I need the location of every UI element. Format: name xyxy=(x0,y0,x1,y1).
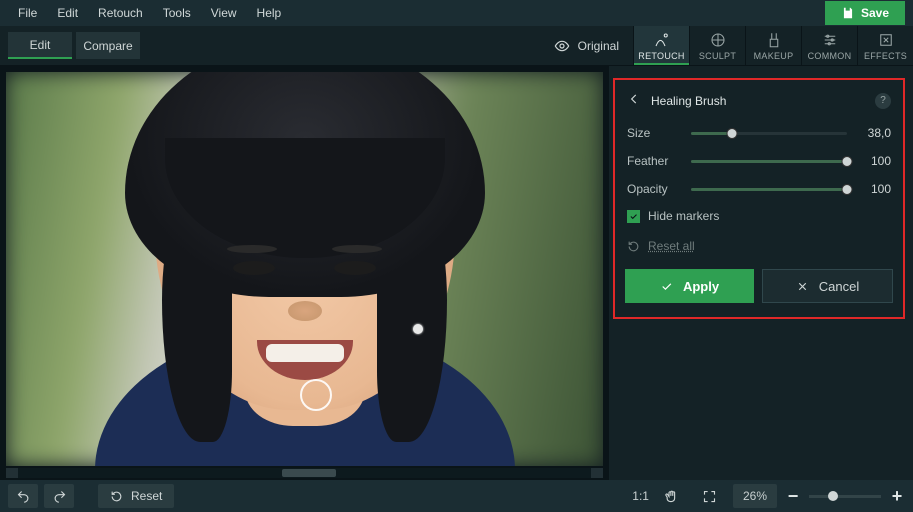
menu-file[interactable]: File xyxy=(8,2,47,24)
zoom-slider[interactable] xyxy=(809,490,881,502)
makeup-icon xyxy=(765,31,783,49)
menu-retouch[interactable]: Retouch xyxy=(88,2,153,24)
zoom-percent[interactable]: 26% xyxy=(733,484,777,508)
revert-icon xyxy=(110,490,123,503)
fit-icon xyxy=(702,489,717,504)
reset-button[interactable]: Reset xyxy=(98,484,174,508)
tab-compare[interactable]: Compare xyxy=(76,32,140,59)
toolbar: Edit Compare Original RETOUCH SCULPT MAK… xyxy=(0,26,913,66)
eye-icon xyxy=(554,38,570,54)
sliders-icon xyxy=(821,31,839,49)
category-makeup[interactable]: MAKEUP xyxy=(745,26,801,65)
fit-hand-button[interactable] xyxy=(657,484,687,508)
hand-icon xyxy=(664,489,679,504)
chevron-left-icon xyxy=(627,92,641,106)
undo-icon xyxy=(16,489,31,504)
size-slider[interactable] xyxy=(691,127,847,139)
zoom-in-button[interactable]: + xyxy=(889,486,905,507)
opacity-slider[interactable] xyxy=(691,183,847,195)
menu-edit[interactable]: Edit xyxy=(47,2,88,24)
back-button[interactable] xyxy=(627,92,641,109)
reset-icon xyxy=(627,240,640,253)
retouch-icon xyxy=(653,31,671,49)
opacity-value: 100 xyxy=(857,182,891,196)
redo-icon xyxy=(52,489,67,504)
original-toggle[interactable]: Original xyxy=(540,26,633,65)
category-sculpt[interactable]: SCULPT xyxy=(689,26,745,65)
one-to-one-button[interactable]: 1:1 xyxy=(632,489,649,503)
opacity-label: Opacity xyxy=(627,182,681,196)
save-label: Save xyxy=(861,6,889,20)
cancel-button[interactable]: Cancel xyxy=(762,269,893,303)
category-retouch[interactable]: RETOUCH xyxy=(633,26,689,65)
feather-slider[interactable] xyxy=(691,155,847,167)
effects-icon xyxy=(877,31,895,49)
menu-bar: File Edit Retouch Tools View Help Save xyxy=(0,0,913,26)
zoom-out-button[interactable]: − xyxy=(785,486,801,507)
hide-markers-checkbox[interactable]: Hide markers xyxy=(625,203,893,229)
image-canvas[interactable] xyxy=(6,72,603,466)
help-button[interactable]: ? xyxy=(875,93,891,109)
size-value: 38,0 xyxy=(857,126,891,140)
category-effects[interactable]: EFFECTS xyxy=(857,26,913,65)
feather-label: Feather xyxy=(627,154,681,168)
checkbox-icon xyxy=(627,210,640,223)
save-icon xyxy=(841,6,855,20)
size-label: Size xyxy=(627,126,681,140)
original-label: Original xyxy=(578,39,619,53)
redo-button[interactable] xyxy=(44,484,74,508)
fit-screen-button[interactable] xyxy=(695,484,725,508)
healing-brush-panel: Healing Brush ? Size 38,0 Feather 100 Op… xyxy=(613,78,905,319)
canvas-area xyxy=(0,66,609,480)
hide-markers-label: Hide markers xyxy=(648,209,719,223)
horizontal-scrollbar[interactable] xyxy=(6,468,603,478)
panel-title: Healing Brush xyxy=(651,94,726,108)
save-button[interactable]: Save xyxy=(825,1,905,25)
photo-preview xyxy=(6,72,603,466)
check-icon xyxy=(660,280,673,293)
apply-button[interactable]: Apply xyxy=(625,269,754,303)
sculpt-icon xyxy=(709,31,727,49)
category-common[interactable]: COMMON xyxy=(801,26,857,65)
menu-tools[interactable]: Tools xyxy=(153,2,201,24)
bottom-bar: Reset 1:1 26% − + xyxy=(0,480,913,512)
brush-cursor xyxy=(300,379,332,411)
tab-edit[interactable]: Edit xyxy=(8,32,72,59)
feather-value: 100 xyxy=(857,154,891,168)
reset-all-link[interactable]: Reset all xyxy=(625,229,893,263)
menu-view[interactable]: View xyxy=(201,2,247,24)
undo-button[interactable] xyxy=(8,484,38,508)
menu-help[interactable]: Help xyxy=(247,2,292,24)
side-panel: Healing Brush ? Size 38,0 Feather 100 Op… xyxy=(609,66,913,480)
close-icon xyxy=(796,280,809,293)
